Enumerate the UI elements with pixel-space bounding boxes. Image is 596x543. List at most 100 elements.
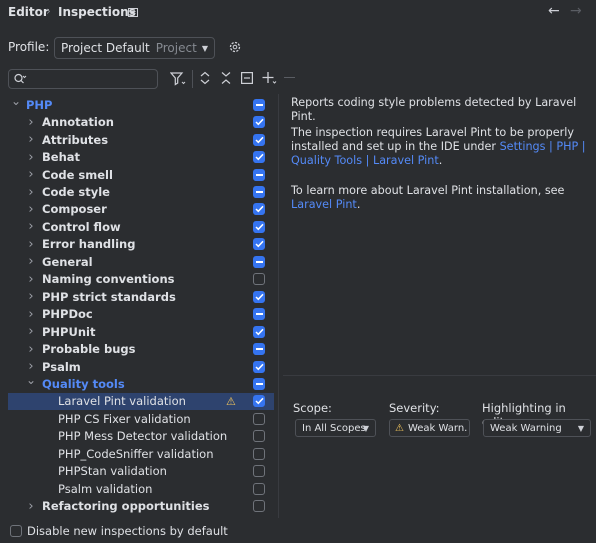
tree-row[interactable]: › Error handling [8, 236, 274, 254]
scope-select[interactable]: In All Scopes ▼ [295, 419, 376, 437]
tree-row[interactable]: › PHPUnit [8, 323, 274, 341]
tree-row[interactable]: PHP Mess Detector validation [8, 428, 274, 446]
splitter[interactable] [278, 94, 279, 518]
description-intro: Reports coding style problems detected b… [291, 96, 577, 123]
tree-row-label: PHPStan validation [58, 464, 167, 479]
tree-row-checkbox[interactable] [253, 238, 265, 251]
tree-row-checkbox[interactable] [253, 412, 265, 425]
tree-row-checkbox[interactable] [253, 151, 265, 164]
tree-row[interactable]: › Code smell [8, 166, 274, 184]
tree-row[interactable]: › Psalm [8, 358, 274, 376]
tree-row-checkbox[interactable] [253, 273, 265, 286]
layout-icon[interactable] [128, 6, 138, 17]
profile-select[interactable]: Project Default Project ▼ [54, 37, 215, 59]
chevron-right-icon[interactable]: › [26, 237, 36, 252]
laravel-pint-link[interactable]: Laravel Pint [291, 198, 357, 211]
tree-row-label: PHPDoc [42, 307, 93, 322]
search-input[interactable] [8, 69, 158, 89]
tree-row-checkbox[interactable] [253, 116, 265, 129]
tree-row[interactable]: PHP CS Fixer validation [8, 410, 274, 428]
chevron-down-icon[interactable]: ⌄ [11, 94, 21, 108]
tree-row[interactable]: PHPStan validation [8, 462, 274, 480]
chevron-down-icon: ▼ [362, 423, 369, 433]
chevron-right-icon[interactable]: › [26, 132, 36, 147]
tree-row[interactable]: › PHP strict standards [8, 288, 274, 306]
inspection-tree[interactable]: ⌄ PHP › Annotation › Attributes › Behat › Code sm… [8, 94, 274, 518]
tree-row-checkbox[interactable] [253, 308, 265, 321]
tree-row-checkbox[interactable] [253, 168, 265, 181]
chevron-down-icon: ▼ [577, 423, 584, 433]
tree-row-checkbox[interactable] [253, 186, 265, 198]
tree-row[interactable]: › Probable bugs [8, 340, 274, 358]
chevron-right-icon[interactable]: › [26, 307, 36, 322]
tree-row-checkbox[interactable] [253, 203, 265, 216]
chevron-right-icon[interactable]: › [26, 115, 36, 130]
back-arrow-icon[interactable]: ← [548, 3, 560, 19]
chevron-right-icon[interactable]: › [26, 289, 36, 304]
tree-row-checkbox[interactable] [253, 482, 265, 495]
tree-row-checkbox[interactable] [253, 325, 265, 338]
tree-row-checkbox[interactable] [253, 98, 265, 111]
add-icon[interactable] [262, 71, 278, 88]
chevron-right-icon[interactable]: › [26, 202, 36, 217]
description-more-info: To learn more about Laravel Pint install… [291, 184, 565, 211]
tree-row[interactable]: Psalm validation [8, 480, 274, 498]
chevron-right-icon[interactable]: › [26, 185, 36, 200]
tree-row-checkbox[interactable] [253, 447, 265, 460]
remove-icon[interactable] [284, 77, 295, 78]
forward-arrow-icon[interactable]: → [570, 3, 582, 19]
tree-row[interactable]: › Control flow [8, 218, 274, 236]
disable-new-checkbox[interactable] [10, 525, 22, 537]
tree-row-label: Psalm [42, 359, 81, 374]
tree-row-checkbox[interactable] [253, 377, 265, 390]
chevron-right-icon[interactable]: › [26, 499, 36, 514]
tree-row-checkbox[interactable] [253, 395, 265, 408]
tree-row[interactable]: › PHPDoc [8, 305, 274, 323]
chevron-right-icon[interactable]: › [26, 150, 36, 165]
tree-row-checkbox[interactable] [253, 465, 265, 478]
tree-row[interactable]: › Naming conventions [8, 271, 274, 289]
tree-row-checkbox[interactable] [253, 255, 265, 268]
collapse-all-icon[interactable] [220, 71, 232, 88]
tree-row-label: Annotation [42, 115, 114, 130]
chevron-right-icon[interactable]: › [26, 167, 36, 182]
tree-row[interactable]: PHP_CodeSniffer validation [8, 445, 274, 463]
tree-row-checkbox[interactable] [253, 360, 265, 373]
tree-row-label: Naming conventions [42, 272, 175, 287]
chevron-right-icon[interactable]: › [26, 219, 36, 234]
tree-row[interactable]: › Code style [8, 183, 274, 201]
chevron-right-icon[interactable]: › [26, 272, 36, 287]
tree-row[interactable]: › Composer [8, 201, 274, 219]
tree-row[interactable]: › Annotation [8, 113, 274, 131]
tree-row-checkbox[interactable] [253, 220, 265, 233]
breadcrumb-editor[interactable]: Editor [8, 5, 49, 19]
chevron-right-icon[interactable]: › [26, 254, 36, 269]
tree-row-checkbox[interactable] [253, 133, 265, 146]
tree-row[interactable]: ⌄ PHP [8, 94, 274, 114]
tree-row[interactable]: › Behat [8, 148, 274, 166]
tree-row[interactable]: › Refactoring opportunities [8, 497, 274, 515]
tree-row[interactable]: › General [8, 253, 274, 271]
tree-row-checkbox[interactable] [253, 290, 265, 303]
tree-row[interactable]: ⌄ Quality tools [8, 373, 274, 393]
chevron-right-icon[interactable]: › [26, 342, 36, 357]
filter-icon[interactable] [169, 72, 186, 89]
tree-row-label: PHP_CodeSniffer validation [58, 446, 214, 461]
expand-all-icon[interactable] [199, 71, 211, 88]
chevron-down-icon[interactable]: ⌄ [26, 373, 36, 387]
reset-to-default-icon[interactable] [241, 72, 254, 87]
chevron-right-icon[interactable]: › [26, 359, 36, 374]
tree-row[interactable]: Laravel Pint validation ⚠ [8, 392, 274, 411]
chevron-right-icon[interactable]: › [26, 324, 36, 339]
tree-row[interactable]: › Attributes [8, 131, 274, 149]
severity-select[interactable]: ⚠ Weak Warn. [389, 419, 470, 437]
disable-new-inspections[interactable]: Disable new inspections by default [10, 524, 228, 538]
tree-row-label: Behat [42, 150, 81, 165]
tree-row-checkbox[interactable] [253, 343, 265, 356]
highlighting-value: Weak Warning [490, 422, 562, 434]
tree-row-label: PHP CS Fixer validation [58, 411, 191, 426]
tree-row-checkbox[interactable] [253, 500, 265, 513]
tree-row-checkbox[interactable] [253, 430, 265, 443]
highlighting-select[interactable]: Weak Warning ▼ [483, 419, 591, 437]
gear-icon[interactable] [228, 40, 242, 57]
